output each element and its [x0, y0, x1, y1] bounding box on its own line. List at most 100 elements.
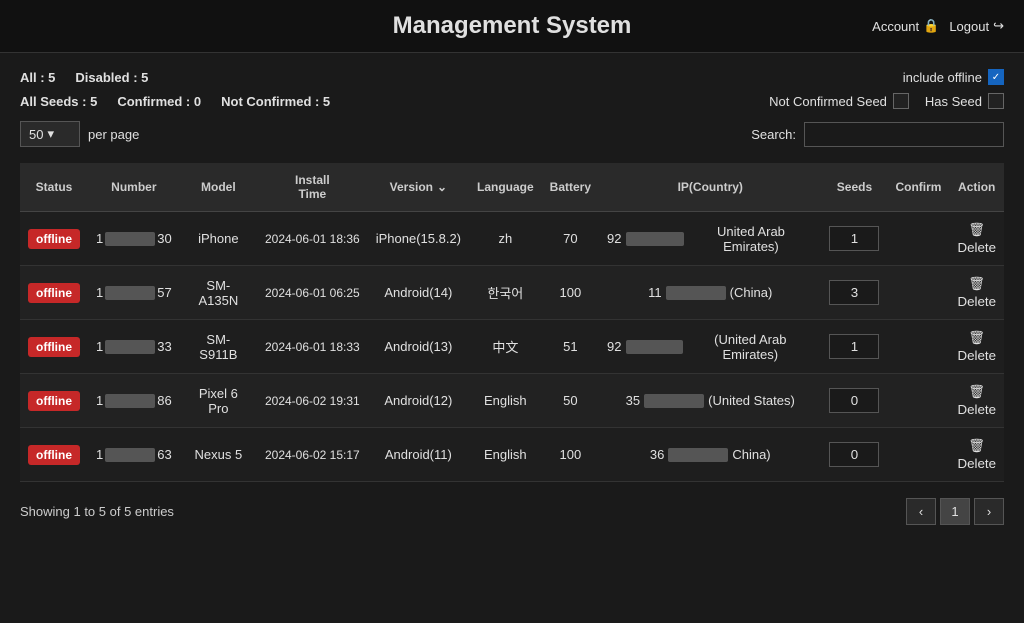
cell-action: 🗑 Delete: [949, 320, 1004, 374]
pagination-row: Showing 1 to 5 of 5 entries ‹ 1 ›: [20, 498, 1004, 525]
sort-icon[interactable]: ⌄: [437, 180, 447, 194]
delete-button[interactable]: 🗑 Delete: [957, 276, 996, 309]
cell-seeds: [821, 212, 887, 266]
number-blur: [105, 340, 155, 354]
lock-icon: 🔒: [923, 18, 939, 34]
header: Management System Account 🔒 Logout ↪: [0, 0, 1024, 53]
delete-button[interactable]: 🗑 Delete: [957, 384, 996, 417]
cell-status: offline: [20, 266, 88, 320]
table-row: offline 1 57 SM-A135N 2024-06-01 06:25 A…: [20, 266, 1004, 320]
logout-label: Logout: [949, 19, 989, 34]
cell-status: offline: [20, 428, 88, 482]
cell-model: SM-S911B: [180, 320, 257, 374]
table-row: offline 1 86 Pixel 6 Pro 2024-06-02 19:3…: [20, 374, 1004, 428]
cell-install-time: 2024-06-01 18:36: [257, 212, 368, 266]
cell-model: Pixel 6 Pro: [180, 374, 257, 428]
cell-seeds: [821, 266, 887, 320]
search-input[interactable]: [804, 122, 1004, 147]
search-right: Search:: [751, 122, 1004, 147]
page-1-button[interactable]: 1: [940, 498, 970, 525]
delete-button[interactable]: 🗑 Delete: [957, 438, 996, 471]
delete-button[interactable]: 🗑 Delete: [957, 330, 996, 363]
cell-version: iPhone(15.8.2): [368, 212, 469, 266]
cell-install-time: 2024-06-02 15:17: [257, 428, 368, 482]
ip-country: (United States): [708, 393, 795, 408]
not-confirmed: Not Confirmed : 5: [221, 94, 330, 109]
cell-model: iPhone: [180, 212, 257, 266]
cell-number: 1 33: [88, 320, 180, 374]
cell-battery: 70: [542, 212, 599, 266]
has-seed-label: Has Seed: [925, 94, 982, 109]
cell-install-time: 2024-06-01 18:33: [257, 320, 368, 374]
number-prefix: 1: [96, 339, 103, 354]
seeds-input[interactable]: [829, 280, 879, 305]
number-blur: [105, 394, 155, 408]
cell-action: 🗑 Delete: [949, 212, 1004, 266]
seeds-left: All Seeds : 5 Confirmed : 0 Not Confirme…: [20, 94, 330, 109]
delete-label: Delete: [957, 294, 996, 309]
cell-language: 한국어: [469, 266, 542, 320]
cell-battery: 50: [542, 374, 599, 428]
filters-left: All : 5 Disabled : 5: [20, 70, 148, 85]
table-body: offline 1 30 iPhone 2024-06-01 18:36 iPh…: [20, 212, 1004, 482]
seeds-input[interactable]: [829, 388, 879, 413]
number-suffix: 63: [157, 447, 171, 462]
account-link[interactable]: Account 🔒: [872, 18, 939, 34]
has-seed-filter: Has Seed: [925, 93, 1004, 109]
logout-link[interactable]: Logout ↪: [949, 18, 1004, 34]
table-row: offline 1 33 SM-S911B 2024-06-01 18:33 A…: [20, 320, 1004, 374]
prev-page-button[interactable]: ‹: [906, 498, 936, 525]
col-confirm: Confirm: [887, 163, 949, 212]
trash-icon: 🗑: [968, 330, 985, 346]
all-seeds: All Seeds : 5: [20, 94, 97, 109]
cell-ip: 92 United Arab Emirates): [599, 212, 821, 266]
cell-seeds: [821, 374, 887, 428]
ip-blur: [668, 448, 728, 462]
disabled-count: Disabled : 5: [75, 70, 148, 85]
page-title: Management System: [393, 12, 632, 40]
col-version: Version ⌄: [368, 163, 469, 212]
number-suffix: 86: [157, 393, 171, 408]
seeds-input[interactable]: [829, 334, 879, 359]
include-offline-checkbox[interactable]: [988, 69, 1004, 85]
ip-country: China): [732, 447, 770, 462]
not-confirmed-seed-filter: Not Confirmed Seed: [769, 93, 909, 109]
ip-prefix: 11: [648, 285, 662, 300]
status-badge: offline: [28, 283, 80, 303]
seeds-input[interactable]: [829, 226, 879, 251]
number-blur: [105, 448, 155, 462]
cell-confirm: [887, 266, 949, 320]
not-confirmed-seed-checkbox[interactable]: [893, 93, 909, 109]
cell-ip: 92 (United Arab Emirates): [599, 320, 821, 374]
cell-model: Nexus 5: [180, 428, 257, 482]
col-seeds: Seeds: [821, 163, 887, 212]
number-suffix: 33: [157, 339, 171, 354]
status-badge: offline: [28, 391, 80, 411]
next-page-button[interactable]: ›: [974, 498, 1004, 525]
cell-install-time: 2024-06-01 06:25: [257, 266, 368, 320]
col-status: Status: [20, 163, 88, 212]
per-page-label: per page: [88, 127, 139, 142]
delete-label: Delete: [957, 402, 996, 417]
seeds-input[interactable]: [829, 442, 879, 467]
per-page-select[interactable]: 50 ▾: [20, 121, 80, 147]
ip-prefix: 36: [650, 447, 664, 462]
table-header: Status Number Model InstallTime Version …: [20, 163, 1004, 212]
cell-model: SM-A135N: [180, 266, 257, 320]
per-page-left: 50 ▾ per page: [20, 121, 139, 147]
cell-confirm: [887, 212, 949, 266]
number-blur: [105, 232, 155, 246]
cell-status: offline: [20, 212, 88, 266]
ip-prefix: 92: [607, 339, 621, 354]
cell-language: zh: [469, 212, 542, 266]
cell-ip: 35 (United States): [599, 374, 821, 428]
cell-battery: 51: [542, 320, 599, 374]
cell-number: 1 63: [88, 428, 180, 482]
has-seed-checkbox[interactable]: [988, 93, 1004, 109]
logout-icon: ↪: [993, 18, 1004, 34]
delete-button[interactable]: 🗑 Delete: [957, 222, 996, 255]
ip-prefix: 92: [607, 231, 621, 246]
status-badge: offline: [28, 445, 80, 465]
cell-action: 🗑 Delete: [949, 374, 1004, 428]
col-battery: Battery: [542, 163, 599, 212]
